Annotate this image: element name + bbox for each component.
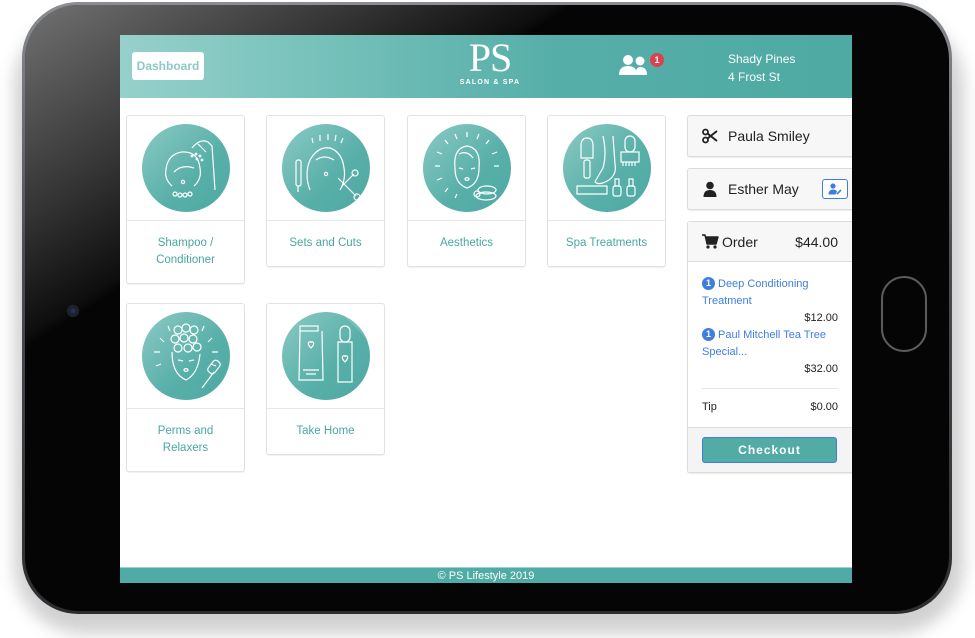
home-button[interactable] xyxy=(881,276,927,352)
category-card-perms-relaxers[interactable]: Perms and Relaxers xyxy=(126,303,245,472)
divider xyxy=(702,388,838,389)
dashboard-button[interactable]: Dashboard xyxy=(132,52,204,80)
category-label: Shampoo / Conditioner xyxy=(156,237,215,266)
category-label: Aesthetics xyxy=(439,237,494,249)
camera-icon xyxy=(67,305,79,317)
stylist-name: Paula Smiley xyxy=(728,128,810,144)
scissors-icon xyxy=(702,128,718,144)
curlers-brush-icon xyxy=(142,312,230,400)
location-name: Shady Pines xyxy=(728,52,796,66)
order-item[interactable]: 1 Paul Mitchell Tea Tree Special... $32.0… xyxy=(702,327,838,378)
logo-subtitle: SALON & SPA xyxy=(459,79,521,86)
products-bottles-icon xyxy=(282,312,370,400)
quantity-badge: 1 xyxy=(702,328,715,341)
stylist-panel[interactable]: Paula Smiley xyxy=(687,115,852,157)
tip-label: Tip xyxy=(702,401,717,413)
app-screen: Dashboard PS SALON & SPA 1 Shady Pines 4… xyxy=(120,35,852,583)
order-label: Order xyxy=(722,233,758,250)
category-card-aesthetics[interactable]: Aesthetics xyxy=(407,115,526,267)
shopping-cart-icon xyxy=(702,234,719,249)
haircut-scissors-icon xyxy=(282,124,370,212)
item-name: Deep Conditioning Treatment xyxy=(702,278,809,307)
notification-badge: 1 xyxy=(650,53,664,67)
category-card-take-home[interactable]: Take Home xyxy=(266,303,385,455)
item-name: Paul Mitchell Tea Tree Special... xyxy=(702,329,827,358)
users-icon[interactable] xyxy=(619,54,649,76)
client-name: Esther May xyxy=(728,181,799,197)
tip-row[interactable]: Tip $0.00 xyxy=(702,401,838,419)
category-card-sets-cuts[interactable]: Sets and Cuts xyxy=(266,115,385,267)
client-panel: Esther May xyxy=(687,168,852,210)
location-address: 4 Frost St xyxy=(728,70,781,84)
tip-value: $0.00 xyxy=(810,401,838,413)
item-price: $32.00 xyxy=(804,363,838,375)
category-label: Sets and Cuts xyxy=(289,237,362,249)
user-icon xyxy=(702,181,718,197)
order-items: 1 Deep Conditioning Treatment $12.00 1 Pau… xyxy=(688,262,852,427)
brand-logo[interactable]: PS SALON & SPA xyxy=(456,35,524,87)
category-card-spa-treatments[interactable]: Spa Treatments xyxy=(547,115,666,267)
footer: © PS Lifestyle 2019 xyxy=(120,567,852,583)
category-label: Take Home xyxy=(296,425,355,437)
order-panel: Order $44.00 1 Deep Conditioning Treatmen… xyxy=(687,221,852,473)
order-item[interactable]: 1 Deep Conditioning Treatment $12.00 xyxy=(702,276,838,327)
item-price: $12.00 xyxy=(804,312,838,324)
user-edit-icon xyxy=(828,183,842,195)
category-label: Perms and Relaxers xyxy=(157,425,214,454)
edit-client-button[interactable] xyxy=(822,179,848,199)
order-total: $44.00 xyxy=(795,233,838,250)
checkout-button[interactable]: Checkout xyxy=(702,437,837,463)
nail-foot-care-icon xyxy=(563,124,651,212)
category-card-shampoo[interactable]: Shampoo / Conditioner xyxy=(126,115,245,284)
face-spa-icon xyxy=(423,124,511,212)
app-header: Dashboard PS SALON & SPA 1 Shady Pines 4… xyxy=(120,35,852,98)
quantity-badge: 1 xyxy=(702,277,715,290)
shampoo-shower-icon xyxy=(142,124,230,212)
logo-text: PS xyxy=(468,35,513,80)
location-info: Shady Pines 4 Frost St xyxy=(728,50,795,86)
category-label: Spa Treatments xyxy=(565,237,648,249)
